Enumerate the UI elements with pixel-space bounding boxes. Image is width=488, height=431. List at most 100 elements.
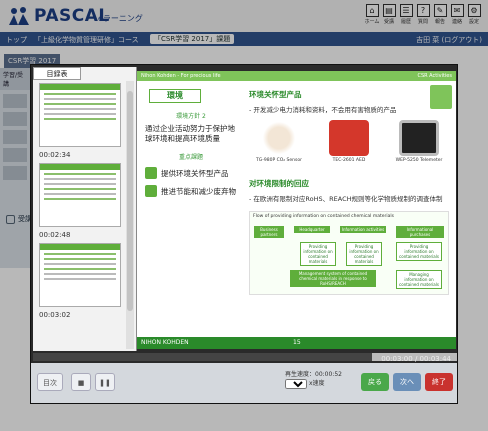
- settings-button[interactable]: ⚙ 設定: [466, 2, 482, 28]
- header-icon-label: 履歴: [400, 19, 411, 25]
- header-icon-label: 受講: [383, 19, 394, 25]
- thumbnail-list: 00:02:34 00:02:48 00:03:02: [35, 81, 125, 351]
- report-icon: ✎: [433, 4, 447, 17]
- notice-icon: ✉: [450, 4, 464, 17]
- diagram-box: Business partners: [254, 226, 284, 238]
- product-images: TG-980P CO₂ Sensor TEC-2601 AED WEP-5250…: [249, 120, 449, 170]
- thumbnail-panel: 目録表 00:02:34 00:02:48 00:03:02: [33, 67, 137, 351]
- stop-button[interactable]: ■: [71, 373, 91, 391]
- thumbnail-time: 00:02:48: [39, 231, 71, 239]
- policy-label: 環境方針 2: [176, 113, 206, 120]
- home-icon: ⌂: [365, 4, 379, 17]
- history-button[interactable]: ☰ 履歴: [398, 2, 414, 28]
- co2-sensor-image: [259, 120, 299, 156]
- scrollbar-thumb[interactable]: [127, 91, 133, 311]
- slide-footer: NIHON KOHDEN 15: [137, 337, 456, 349]
- product-caption: WEP-5250 Telemeter: [395, 158, 443, 163]
- pause-button[interactable]: ❚❚: [95, 373, 115, 391]
- playback-speed: 再生速度：00:00:52 1 x速度: [285, 371, 342, 389]
- sidebar-row: [3, 130, 27, 144]
- breadcrumb-top[interactable]: トップ: [6, 35, 27, 45]
- app-header: PASCAL eラーニング ⌂ ホーム ▤ 受講 ☰ 履歴? 質問 ✎ 報告 ✉ 連絡 ⚙ 設定: [0, 0, 488, 32]
- prev-button[interactable]: 戻る: [361, 373, 389, 391]
- report-button[interactable]: ✎ 報告: [432, 2, 448, 28]
- slide-header: Nihon Kohden - For precious life CSR Act…: [137, 71, 456, 81]
- settings-icon: ⚙: [467, 4, 481, 17]
- sidebar-row: [3, 112, 27, 126]
- product-aed: TEC-2601 AED: [319, 120, 379, 170]
- diagram-box: Providing information on contained mater…: [396, 242, 442, 261]
- elapsed-time: 00:03:00: [381, 355, 413, 363]
- thumbnail-scrollbar[interactable]: [126, 81, 134, 349]
- diagram-box: Information activities: [340, 226, 386, 233]
- user-info[interactable]: 吉田 菜 (ログアウト): [416, 35, 482, 45]
- slide-left-column: 環境 環境方針 2 通过企业活动努力于保护地球环境和提高环境质量 重点課題 提供…: [145, 89, 237, 197]
- diagram-box: Providing information on contained mater…: [346, 242, 382, 266]
- home-button[interactable]: ⌂ ホーム: [364, 2, 380, 28]
- header-toolbar: ⌂ ホーム ▤ 受講 ☰ 履歴? 質問 ✎ 報告 ✉ 連絡 ⚙ 設定: [364, 2, 482, 28]
- materials-flow-diagram: Flow of providing information on contain…: [249, 211, 449, 295]
- slide-footer-brand: NIHON KOHDEN: [141, 339, 189, 346]
- section-1-text: - 开发减少电力消耗和资料，不会用有害物质的产品: [249, 106, 397, 114]
- player-controls: 目次 ■ ❚❚ 再生速度：00:00:52 1 x速度 戻る 次へ 終了: [31, 363, 457, 403]
- header-icon-label: 質問: [417, 19, 428, 25]
- diagram-box: Management system of contained chemical …: [290, 270, 376, 287]
- sidebar-header: 学習/受講: [0, 68, 30, 90]
- recycle-icon: [145, 185, 157, 197]
- policy-goal: 通过企业活动努力于保护地球环境和提高环境质量: [145, 124, 235, 143]
- qa-icon: ?: [416, 4, 430, 17]
- speed-unit: x速度: [309, 380, 325, 387]
- key-issue-2: 推进节能和减少废弃物: [145, 185, 237, 197]
- key-issue-2-label: 推进节能和减少废弃物: [161, 186, 236, 196]
- speed-select[interactable]: 1: [285, 379, 307, 389]
- product-co2-sensor: TG-980P CO₂ Sensor: [249, 120, 309, 170]
- finish-button[interactable]: 終了: [425, 373, 453, 391]
- diagram-note: Flow of providing information on contain…: [253, 214, 394, 219]
- next-button[interactable]: 次へ: [393, 373, 421, 391]
- slide-viewer: Nihon Kohden - For precious life CSR Act…: [137, 71, 456, 349]
- history-icon: ☰: [399, 4, 413, 17]
- sidebar-row: [3, 94, 27, 108]
- sidebar-row: [3, 148, 27, 162]
- thumbnail-slide[interactable]: [39, 83, 121, 147]
- product-caption: TG-980P CO₂ Sensor: [256, 158, 302, 163]
- aed-image: [329, 120, 369, 156]
- diagram-box: Headquarter: [294, 226, 330, 233]
- thumbnail-slide[interactable]: [39, 163, 121, 227]
- environment-heading: 環境: [149, 89, 201, 103]
- section-1-title: 环境关怀型产品: [249, 90, 302, 99]
- breadcrumb-current: 「CSR学習 2017」課題: [150, 34, 235, 44]
- menu-button[interactable]: 目次: [37, 373, 63, 391]
- slide-page-number: 15: [293, 339, 301, 346]
- key-issue-1-label: 提供环境关怀型产品: [161, 168, 229, 178]
- header-icon-label: 設定: [468, 19, 479, 25]
- speed-label: 再生速度：00:00:52: [285, 371, 342, 378]
- video-player-modal: 目録表 00:02:34 00:02:48 00:03:02 Nihon Koh…: [30, 64, 458, 404]
- course-button[interactable]: ▤ 受講: [381, 2, 397, 28]
- section-2-title: 对环境限制的回应: [249, 179, 309, 188]
- document-icon: [6, 214, 15, 224]
- logo-subtitle: eラーニング: [98, 14, 143, 23]
- breadcrumb: トップ 「上級化学物質管理研修」コース 「CSR学習 2017」課題 吉田 菜 …: [0, 32, 488, 46]
- product-telemeter: WEP-5250 Telemeter: [389, 120, 449, 170]
- breadcrumb-course[interactable]: 「上級化学物質管理研修」コース: [34, 35, 139, 45]
- product-caption: TEC-2601 AED: [332, 158, 366, 163]
- slide-right-column: 环境关怀型产品 - 开发减少电力消耗和资料，不会用有害物质的产品 TG-980P…: [249, 89, 449, 295]
- key-issue-1: 提供环境关怀型产品: [145, 167, 237, 179]
- notice-button[interactable]: ✉ 連絡: [449, 2, 465, 28]
- thumbnail-time: 00:03:02: [39, 311, 71, 319]
- thumbnail-time: 00:02:34: [39, 151, 71, 159]
- header-icon-label: 報告: [434, 19, 445, 25]
- telemeter-image: [399, 120, 439, 156]
- tab-contents[interactable]: 目録表: [33, 67, 81, 80]
- progress-fill: [33, 353, 373, 361]
- course-icon: ▤: [382, 4, 396, 17]
- page-sidebar: 学習/受講: [0, 68, 30, 268]
- leaf-icon: [145, 167, 157, 179]
- thumbnail-slide[interactable]: [39, 243, 121, 307]
- key-issues-label: 重点課題: [178, 154, 203, 161]
- diagram-box: Providing information on contained mater…: [300, 242, 336, 266]
- diagram-box: Informational purchases: [396, 226, 444, 238]
- sidebar-row: [3, 166, 27, 180]
- qa-button[interactable]: ? 質問: [415, 2, 431, 28]
